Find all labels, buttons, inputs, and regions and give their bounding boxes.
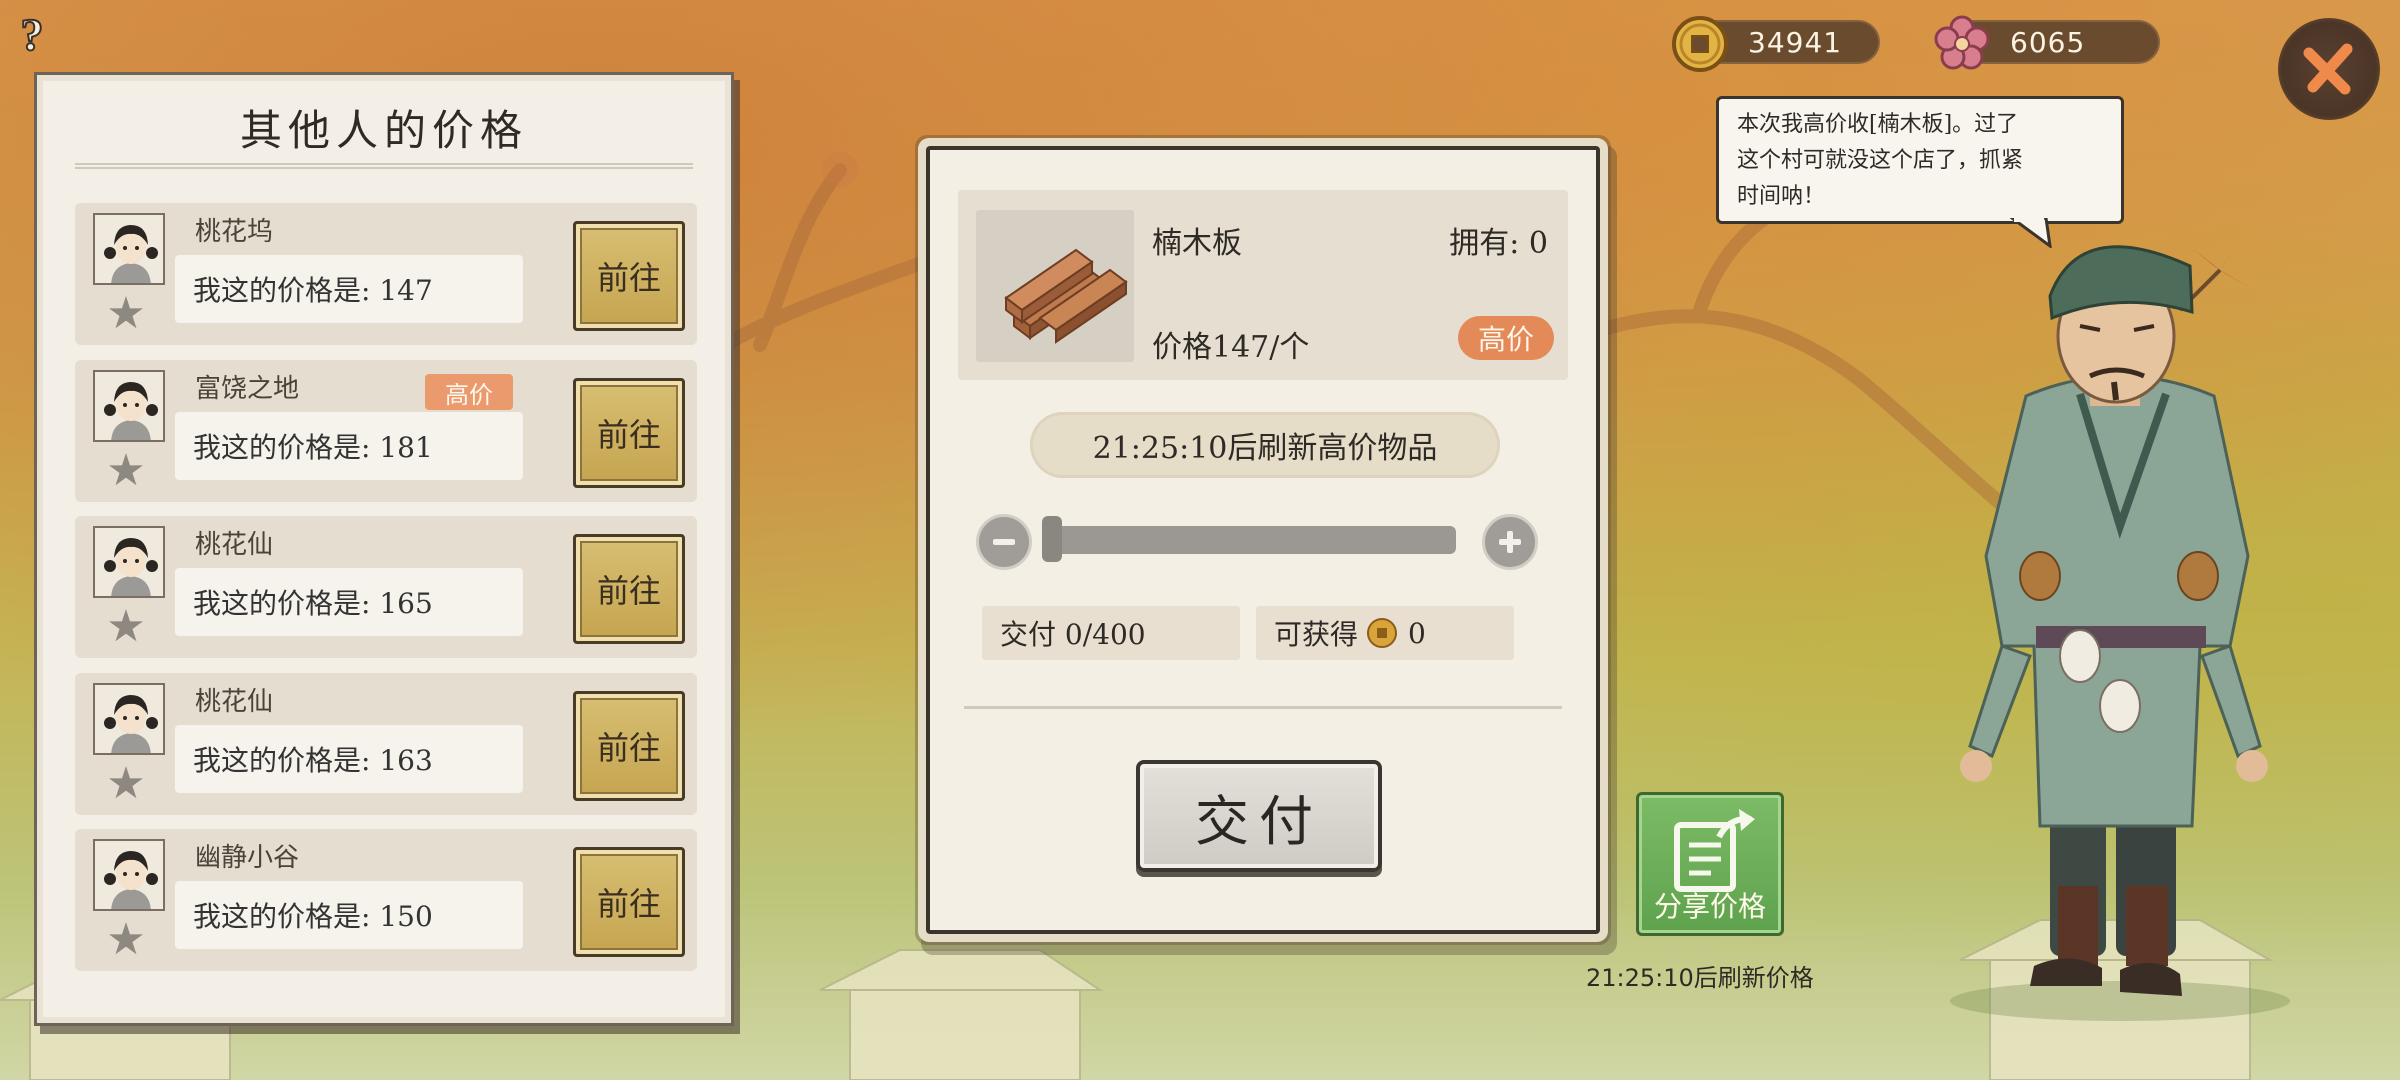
go-button[interactable]: 前往 — [573, 221, 685, 331]
trade-panel: 楠木板 拥有: 0 价格147/个 高价 21:25:10后刷新高价物品 交付 … — [926, 146, 1600, 934]
bubble-line: 时间呐！ — [1737, 184, 1826, 209]
copper-coin-icon — [1672, 16, 1728, 72]
plus-icon — [1499, 531, 1521, 553]
flower-counter: 6065 — [1934, 15, 2160, 70]
quantity-slider[interactable] — [1050, 526, 1456, 554]
favorite-star-icon[interactable]: ★ — [103, 917, 149, 963]
place-name: 桃花仙 — [195, 687, 274, 717]
place-name: 富饶之地 — [195, 374, 300, 404]
go-button[interactable]: 前往 — [573, 534, 685, 644]
deliver-count: 交付 0/400 — [982, 606, 1240, 660]
avatar — [93, 370, 165, 442]
price-row: ★ 幽静小谷我这的价格是: 150 前往 — [75, 829, 697, 971]
share-label: 分享价格 — [1653, 890, 1766, 923]
bubble-line: 本次我高价收[楠木板]。过了 — [1737, 112, 2019, 137]
deliver-button[interactable]: 交付 — [1136, 760, 1382, 872]
coin-amount: 34941 — [1748, 25, 1843, 59]
item-owned-count: 拥有: 0 — [1449, 226, 1548, 261]
favorite-star-icon[interactable]: ★ — [103, 761, 149, 807]
avatar — [93, 839, 165, 911]
favorite-star-icon[interactable]: ★ — [103, 291, 149, 337]
avatar — [93, 683, 165, 755]
copper-coin-icon — [1367, 618, 1398, 648]
go-button[interactable]: 前往 — [573, 847, 685, 957]
price-row: ★ 桃花仙我这的价格是: 163 前往 — [75, 673, 697, 815]
divider — [964, 706, 1562, 709]
avatar — [93, 526, 165, 598]
minus-icon — [993, 539, 1015, 545]
slider-handle[interactable] — [1042, 516, 1062, 562]
panel-title: 其他人的价格 — [239, 106, 528, 155]
help-button[interactable]: ? — [8, 8, 56, 61]
price-text: 我这的价格是: 147 — [175, 255, 523, 323]
price-refresh-timer: 21:25:10后刷新价格 — [1586, 964, 1814, 992]
place-name: 桃花坞 — [195, 217, 274, 247]
merchant-speech-bubble: 本次我高价收[楠木板]。过了 这个村可就没这个店了，抓紧 时间呐！ — [1716, 96, 2124, 224]
coin-counter: 34941 — [1672, 16, 1880, 72]
gain-amount: 可获得 0 — [1256, 606, 1514, 660]
favorite-star-icon[interactable]: ★ — [103, 448, 149, 494]
other-prices-panel: 其他人的价格 ★ 桃花坞 我这的价格是: 147 前往 ★ 富饶之地 高价 我这的价格是: 1… — [34, 72, 734, 1026]
place-name: 桃花仙 — [195, 530, 274, 560]
gain-value: 0 — [1408, 616, 1426, 650]
minus-button[interactable] — [976, 514, 1032, 570]
high-price-refresh-timer: 21:25:10后刷新高价物品 — [1030, 412, 1500, 478]
item-name: 楠木板 — [1152, 226, 1242, 261]
share-icon — [1674, 809, 1755, 892]
share-price-button[interactable]: 分享价格 — [1636, 792, 1784, 936]
gain-label: 可获得 — [1274, 618, 1359, 651]
close-button[interactable] — [2278, 18, 2380, 120]
price-text: 我这的价格是: 150 — [175, 881, 523, 949]
price-row: ★ 富饶之地 高价 我这的价格是: 181 前往 — [75, 360, 697, 502]
price-row: ★ 桃花仙我这的价格是: 165 前往 — [75, 516, 697, 658]
price-text: 我这的价格是: 163 — [175, 725, 523, 793]
go-button[interactable]: 前往 — [573, 691, 685, 801]
place-name: 幽静小谷 — [195, 843, 300, 873]
item-card: 楠木板 拥有: 0 价格147/个 高价 — [958, 190, 1568, 380]
flower-amount: 6065 — [2010, 25, 2086, 59]
high-price-tag: 高价 — [425, 374, 513, 410]
plum-blossom-icon — [1934, 15, 1990, 70]
bubble-line: 这个村可就没这个店了，抓紧 — [1737, 148, 2024, 173]
plus-button[interactable] — [1482, 514, 1538, 570]
avatar — [93, 213, 165, 285]
item-price: 价格147/个 — [1152, 330, 1310, 365]
favorite-star-icon[interactable]: ★ — [103, 604, 149, 650]
go-button[interactable]: 前往 — [573, 378, 685, 488]
title-divider — [75, 163, 693, 169]
wood-plank-icon — [976, 210, 1134, 362]
close-icon — [2303, 43, 2353, 95]
price-text: 我这的价格是: 165 — [175, 568, 523, 636]
high-price-badge: 高价 — [1458, 316, 1554, 360]
merchant-character — [1950, 240, 2290, 1021]
price-text: 我这的价格是: 181 — [175, 412, 523, 480]
price-row: ★ 桃花坞我这的价格是: 147 前往 — [75, 203, 697, 345]
